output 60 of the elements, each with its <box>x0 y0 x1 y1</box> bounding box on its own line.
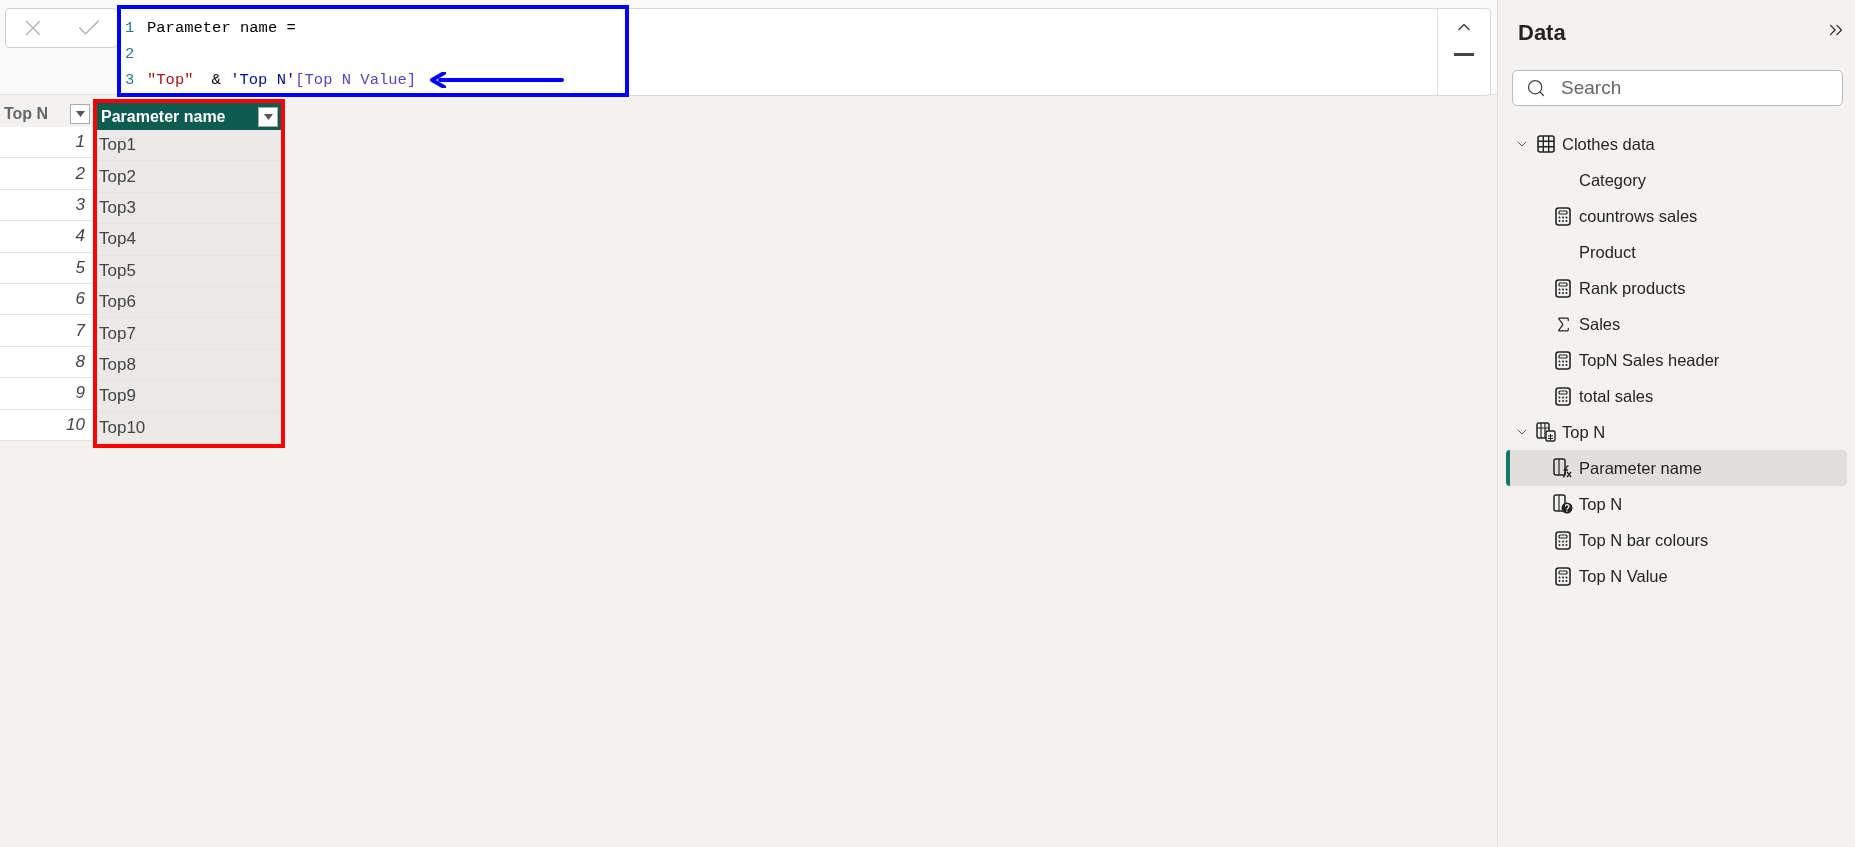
search-field[interactable]: Search <box>1512 70 1843 106</box>
calculator-icon <box>1555 206 1571 226</box>
field-item[interactable]: Category <box>1506 162 1847 198</box>
pane-title: Data <box>1518 20 1566 46</box>
table-cell: Top8 <box>97 349 281 382</box>
filter-button[interactable] <box>258 106 278 127</box>
calculator-icon <box>1555 566 1571 586</box>
column-question-icon <box>1553 494 1573 514</box>
table-cell: 7 <box>0 315 93 347</box>
line-number: 2 <box>125 45 136 63</box>
function-column-icon <box>1553 458 1573 478</box>
table-cell: 10 <box>0 409 93 441</box>
field-item[interactable]: Top N bar colours <box>1506 522 1847 558</box>
table-cell: Top1 <box>97 130 281 162</box>
field-item[interactable]: Parameter name <box>1506 450 1847 486</box>
table-cell: 6 <box>0 283 93 316</box>
field-item[interactable]: Rank products <box>1506 270 1847 306</box>
table-cell: Top2 <box>97 161 281 193</box>
field-item[interactable]: Top N Value <box>1506 558 1847 594</box>
table-cell: 8 <box>0 346 93 379</box>
column-header[interactable]: Parameter name <box>97 103 281 130</box>
table-cell: Top6 <box>97 286 281 319</box>
calculator-icon <box>1555 350 1571 370</box>
table-cell: 4 <box>0 221 93 253</box>
table-calculator-icon <box>1536 422 1556 442</box>
table-cell: 3 <box>0 189 93 222</box>
code-token: [Top N Value] <box>295 71 417 89</box>
field-item[interactable]: countrows sales <box>1506 198 1847 234</box>
field-item[interactable]: Sales <box>1506 306 1847 342</box>
line-number: 1 <box>125 19 136 37</box>
calculator-icon <box>1555 530 1571 550</box>
table-cell: Top4 <box>97 224 281 256</box>
search-icon <box>1526 78 1546 98</box>
caret-icon <box>263 113 273 120</box>
field-item[interactable]: Product <box>1506 234 1847 270</box>
table-cell: Top3 <box>97 192 281 225</box>
code-token: 'Top N' <box>230 71 296 89</box>
table-cell: Top10 <box>97 412 281 444</box>
field-item[interactable]: total sales <box>1506 378 1847 414</box>
table-cell: Top5 <box>97 255 281 287</box>
table-cell: Top9 <box>97 381 281 413</box>
code-token: Parameter name = <box>147 19 296 37</box>
table-icon <box>1537 135 1555 153</box>
code-token: & <box>211 71 222 89</box>
table-item[interactable]: Top N <box>1506 414 1847 450</box>
table-cell: 2 <box>0 158 93 190</box>
calculator-icon <box>1555 386 1571 406</box>
line-number: 3 <box>125 71 136 89</box>
calculator-icon <box>1555 278 1571 298</box>
filter-button[interactable] <box>70 103 90 124</box>
formula-editor[interactable]: 1 Parameter name = 2 3 "Top" & 'Top N'[Top N Value] <box>120 8 1491 96</box>
code-token: "Top" <box>147 71 194 89</box>
table-cell: 1 <box>0 127 93 159</box>
caret-icon <box>75 110 85 117</box>
table-item[interactable]: Clothes data <box>1506 126 1847 162</box>
table-cell: Top7 <box>97 318 281 350</box>
field-item[interactable]: Top N <box>1506 486 1847 522</box>
field-item[interactable]: TopN Sales header <box>1506 342 1847 378</box>
table-cell: 5 <box>0 252 93 284</box>
table-cell: 9 <box>0 378 93 410</box>
